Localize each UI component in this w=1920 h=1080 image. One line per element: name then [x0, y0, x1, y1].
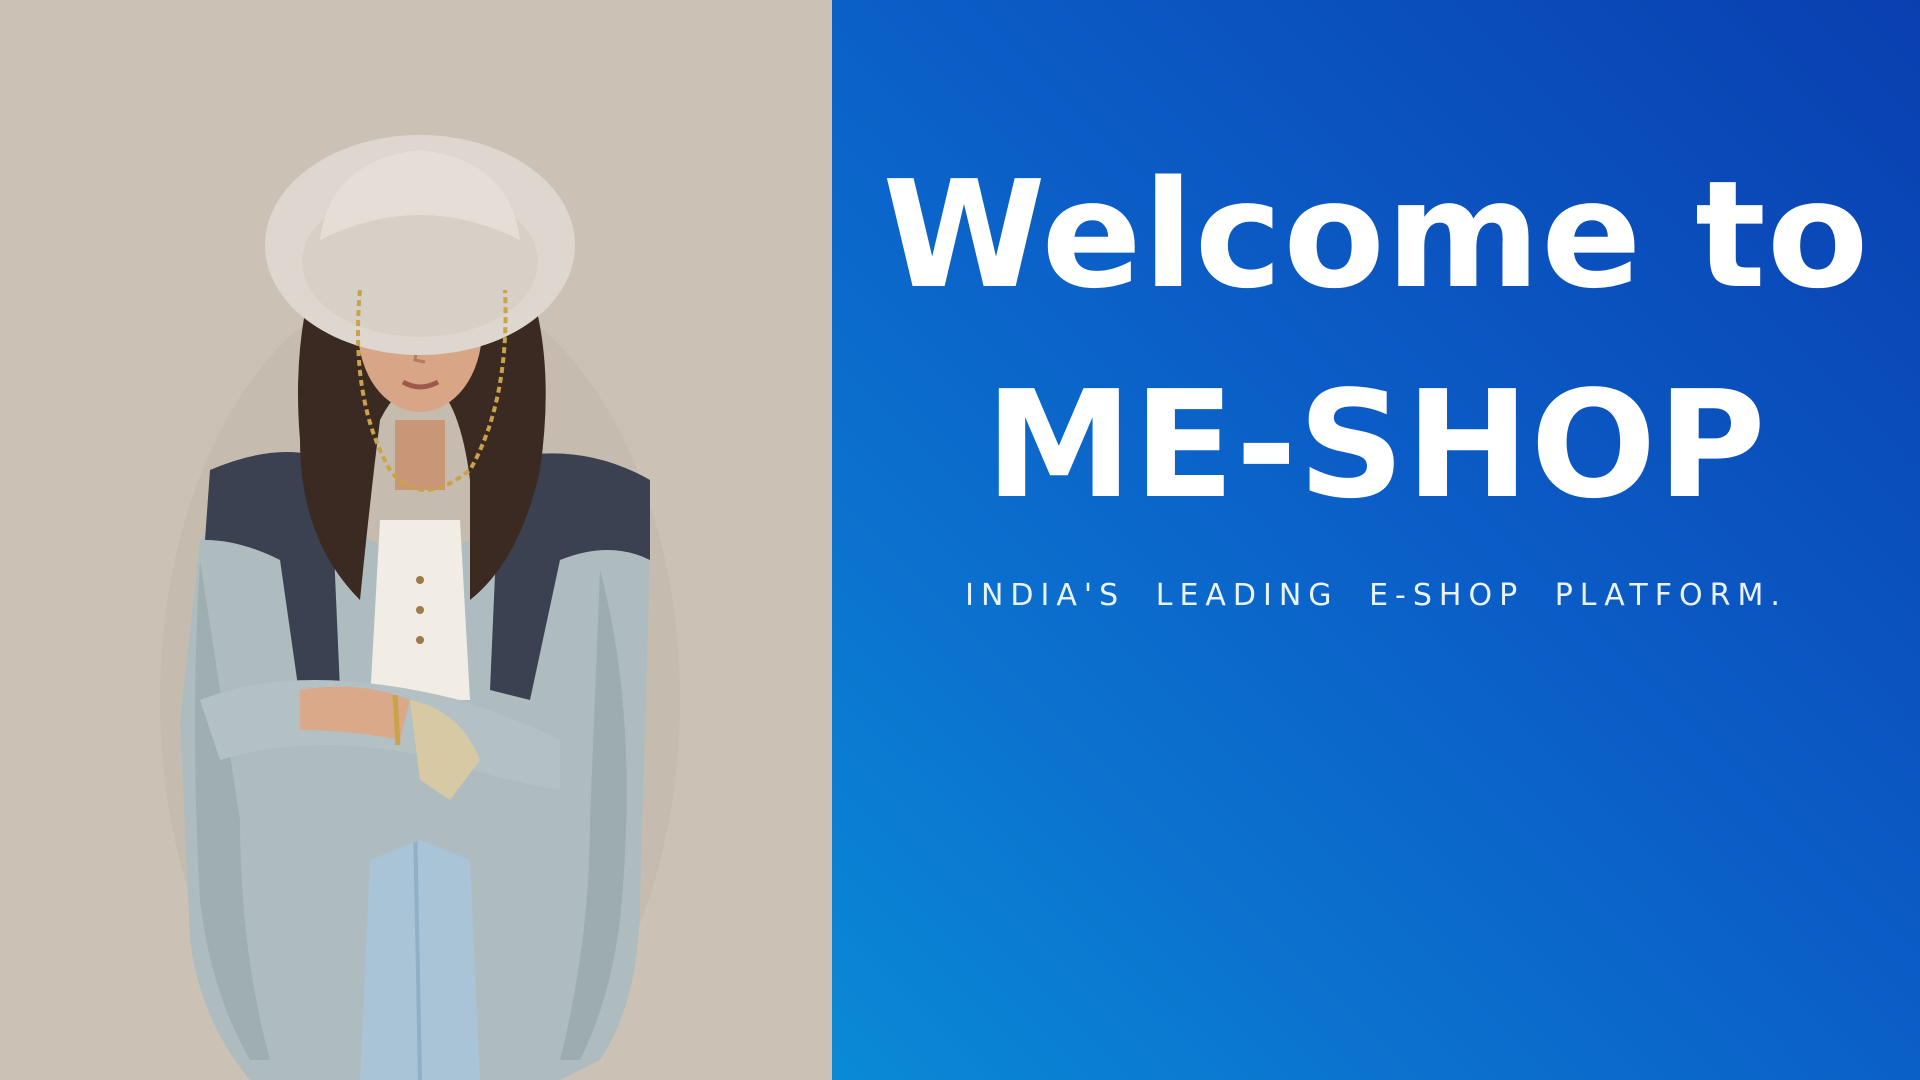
hero-banner: Welcome to ME-SHOP INDIA'S LEADING E-SHO…: [832, 0, 1920, 1080]
hero-title-line-1: Welcome to: [882, 149, 1870, 321]
model-photo-illustration: [0, 0, 832, 1080]
hero-title-line-2: ME-SHOP: [985, 359, 1767, 531]
model-photo: [0, 0, 832, 1080]
landing-page: Welcome to ME-SHOP INDIA'S LEADING E-SHO…: [0, 0, 1920, 1080]
hero-tagline: INDIA'S LEADING E-SHOP PLATFORM.: [965, 578, 1787, 613]
